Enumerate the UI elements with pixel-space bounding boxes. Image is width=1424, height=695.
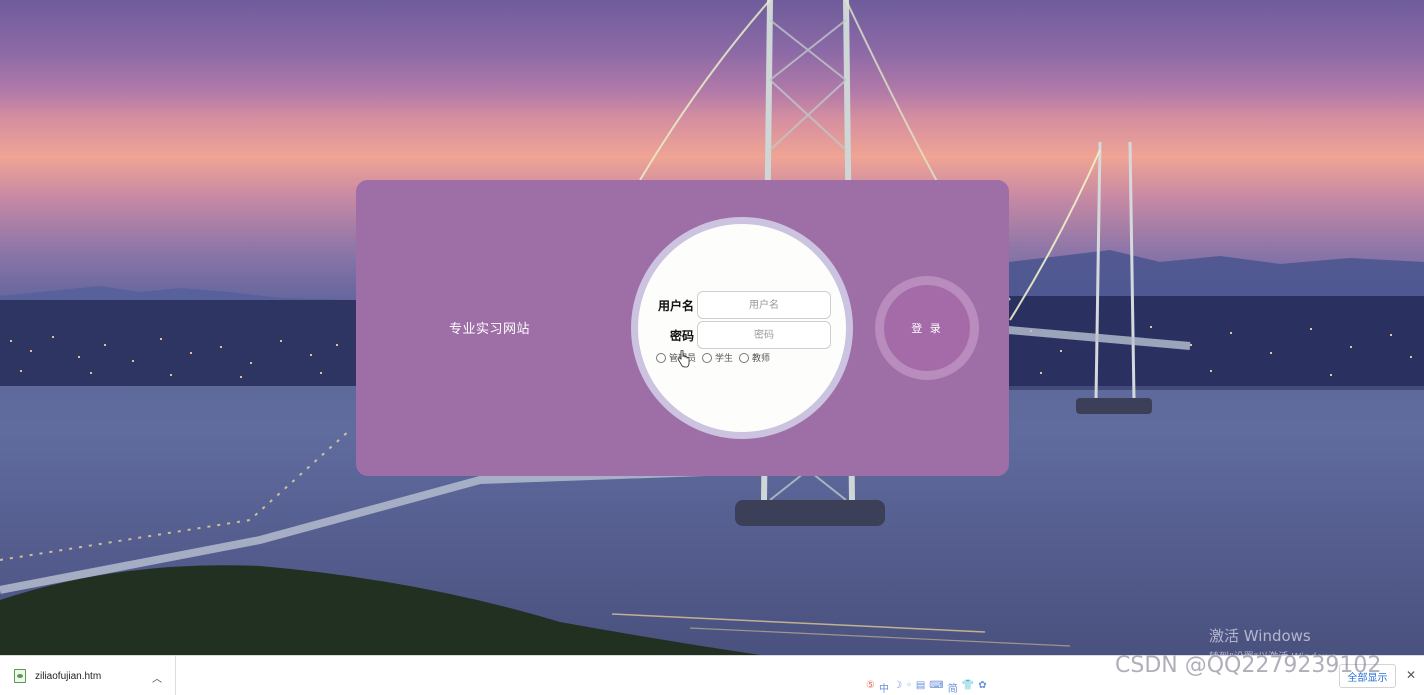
ime-keyboard-icon[interactable]: ⌨ xyxy=(929,680,943,695)
password-label: 密码 xyxy=(669,328,694,343)
ime-logo-icon[interactable]: ⑤ xyxy=(866,680,875,695)
html-file-icon xyxy=(14,669,26,683)
chevron-up-icon[interactable]: ︿ xyxy=(152,670,162,685)
ime-settings-icon[interactable]: ✿ xyxy=(978,680,986,695)
role-label-student: 学生 xyxy=(715,354,734,364)
ime-punctuation-icon[interactable]: ◦ xyxy=(906,680,912,695)
password-row: 密码 xyxy=(654,321,831,349)
close-icon[interactable]: ✕ xyxy=(1406,668,1416,682)
radio-icon[interactable] xyxy=(702,352,713,363)
csdn-watermark: CSDN @QQ2279239102 xyxy=(1115,653,1382,678)
radio-icon[interactable] xyxy=(656,352,666,363)
site-title: 专业实习网站 xyxy=(449,322,531,337)
hand-cursor-icon xyxy=(677,350,690,368)
username-row: 用户名 xyxy=(654,291,831,319)
username-input[interactable] xyxy=(697,291,831,319)
login-button[interactable]: 登 录 xyxy=(884,285,970,371)
role-option-student[interactable]: 学生 xyxy=(702,351,733,364)
ime-table-icon[interactable]: ▤ xyxy=(916,680,925,695)
role-selector: 管理员 学生 教师 xyxy=(656,351,776,364)
ime-skin-icon[interactable]: 👕 xyxy=(962,680,974,695)
ime-chinese-mode-icon[interactable]: 中 xyxy=(879,680,889,695)
ime-simplified-icon[interactable]: 简 xyxy=(948,680,958,695)
ime-toolbar: ⑤ 中 ☽ ◦ ▤ ⌨ 简 👕 ✿ xyxy=(866,680,987,695)
role-label-teacher: 教师 xyxy=(752,354,771,364)
windows-activation-title: 激活 Windows xyxy=(1209,627,1311,645)
ime-moon-icon[interactable]: ☽ xyxy=(893,680,902,695)
username-label: 用户名 xyxy=(657,298,694,313)
download-item[interactable]: ziliaofujian.htm ︿ xyxy=(0,656,176,695)
password-input[interactable] xyxy=(697,321,831,349)
role-option-teacher[interactable]: 教师 xyxy=(739,351,770,364)
download-file-name: ziliaofujian.htm xyxy=(35,670,102,682)
radio-icon[interactable] xyxy=(739,352,750,363)
